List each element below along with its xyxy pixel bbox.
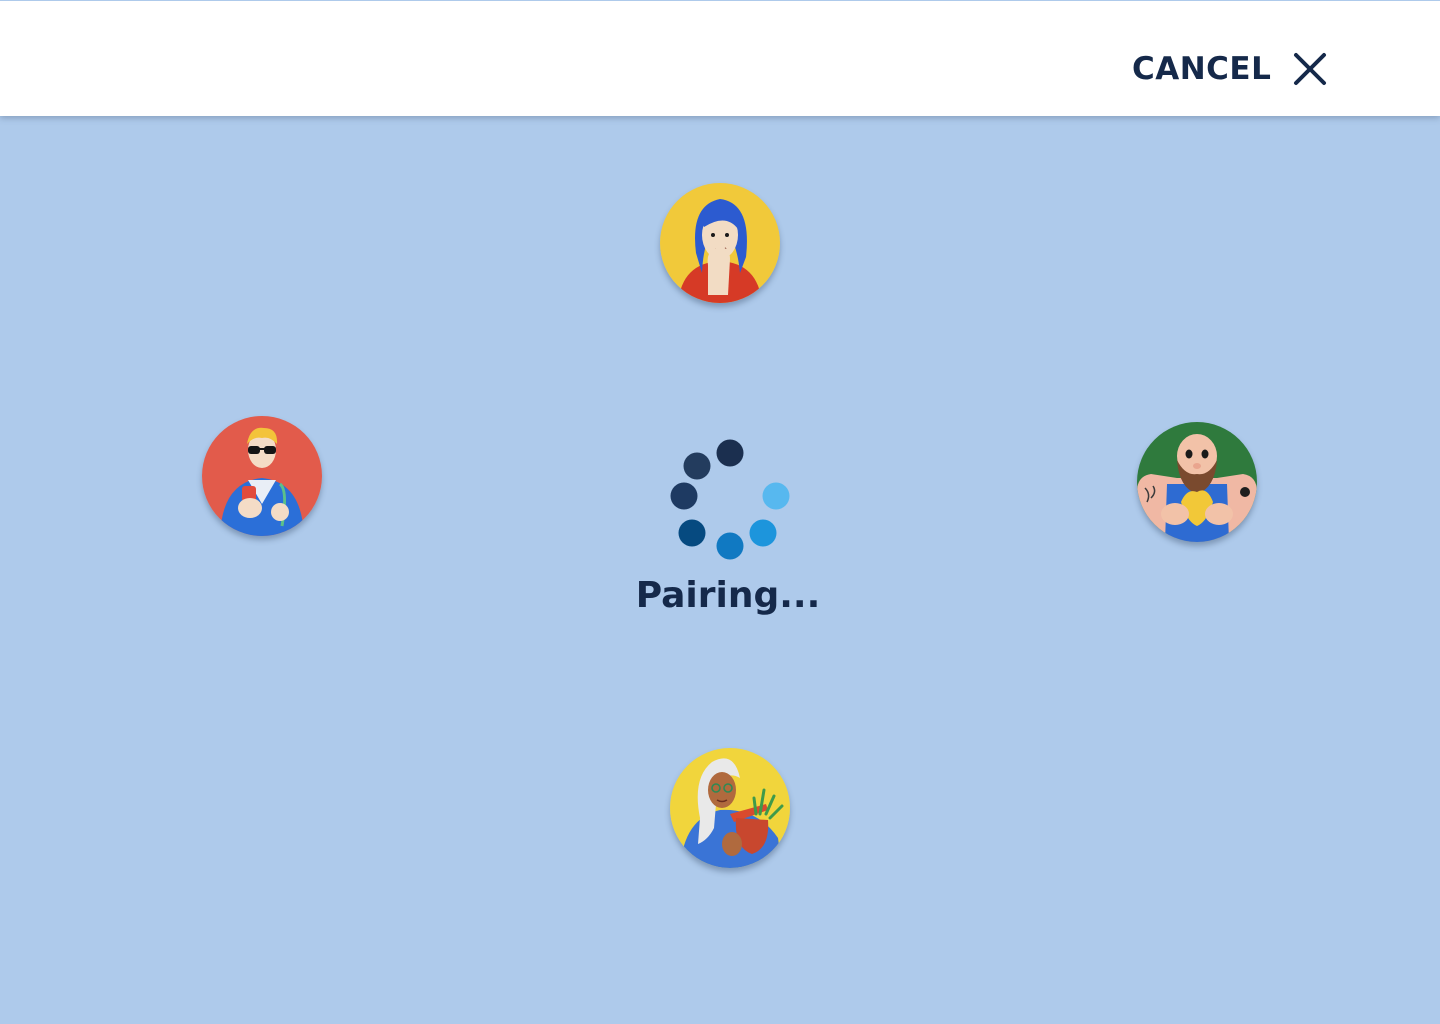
avatar-left <box>202 416 322 536</box>
woman-blue-hair-avatar-icon <box>660 183 780 303</box>
spinner-dot <box>716 439 744 467</box>
spinner-dot <box>762 482 790 510</box>
cancel-label: CANCEL <box>1132 50 1272 87</box>
status-text: Pairing... <box>635 575 821 616</box>
cancel-button[interactable]: CANCEL <box>1132 43 1327 95</box>
spinner-dot <box>670 482 698 510</box>
close-icon <box>1294 53 1327 85</box>
spinner-dot <box>683 452 711 480</box>
avatar-bottom <box>670 748 790 868</box>
man-sunglasses-avatar-icon <box>202 416 322 536</box>
top-bar: CANCEL <box>0 0 1440 116</box>
spinner-dot <box>749 519 777 547</box>
spinner-dot <box>678 519 706 547</box>
spinner-dot <box>716 532 744 560</box>
bearded-man-avatar-icon <box>1137 422 1257 542</box>
avatar-top <box>660 183 780 303</box>
avatar-right <box>1137 422 1257 542</box>
loading-spinner <box>670 439 790 560</box>
woman-plant-pot-avatar-icon <box>670 748 790 868</box>
